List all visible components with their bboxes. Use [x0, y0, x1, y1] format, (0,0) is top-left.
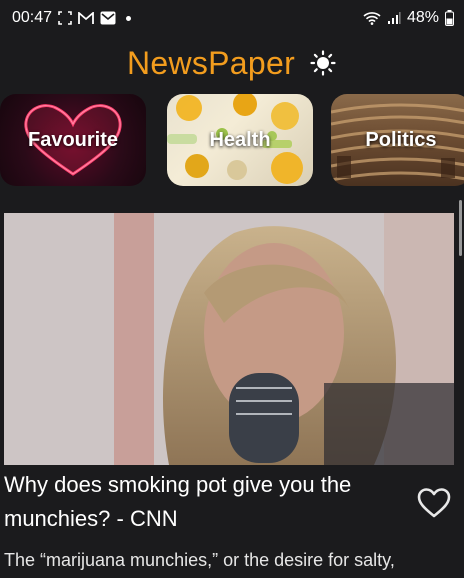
scrollbar-thumb[interactable]: [459, 200, 462, 256]
article-image[interactable]: [4, 213, 454, 465]
category-health[interactable]: Health: [167, 94, 313, 186]
category-label: Health: [209, 128, 271, 151]
battery-percent: 48%: [406, 9, 439, 26]
gmail-icon: [78, 11, 94, 25]
favorite-button[interactable]: [415, 486, 453, 520]
screenshot-frame-icon: [58, 11, 72, 25]
status-right: 48%: [363, 9, 454, 27]
notification-dot-icon: [126, 15, 132, 21]
wifi-icon: [363, 11, 381, 25]
app-title: NewsPaper: [126, 44, 296, 81]
category-strip: Favourite Health Politics: [0, 94, 464, 186]
article-summary: The “marijuana munchies,” or the desire …: [4, 550, 395, 570]
category-favourite[interactable]: Favourite: [0, 94, 146, 186]
category-politics[interactable]: Politics: [331, 94, 464, 186]
signal-icon: [387, 11, 401, 25]
heart-outline-icon: [417, 488, 451, 518]
status-left: 00:47: [12, 9, 132, 27]
sun-icon: [310, 50, 336, 76]
status-time: 00:47: [12, 9, 53, 26]
theme-toggle-button[interactable]: [309, 49, 337, 77]
article-title[interactable]: Why does smoking pot give you the munchi…: [4, 468, 404, 536]
mail-icon: [100, 11, 116, 25]
category-label: Favourite: [27, 128, 119, 151]
battery-icon: [445, 10, 454, 26]
app-header: NewsPaper: [0, 40, 464, 86]
status-bar: 00:47 48%: [0, 0, 464, 36]
category-label: Politics: [365, 128, 437, 151]
